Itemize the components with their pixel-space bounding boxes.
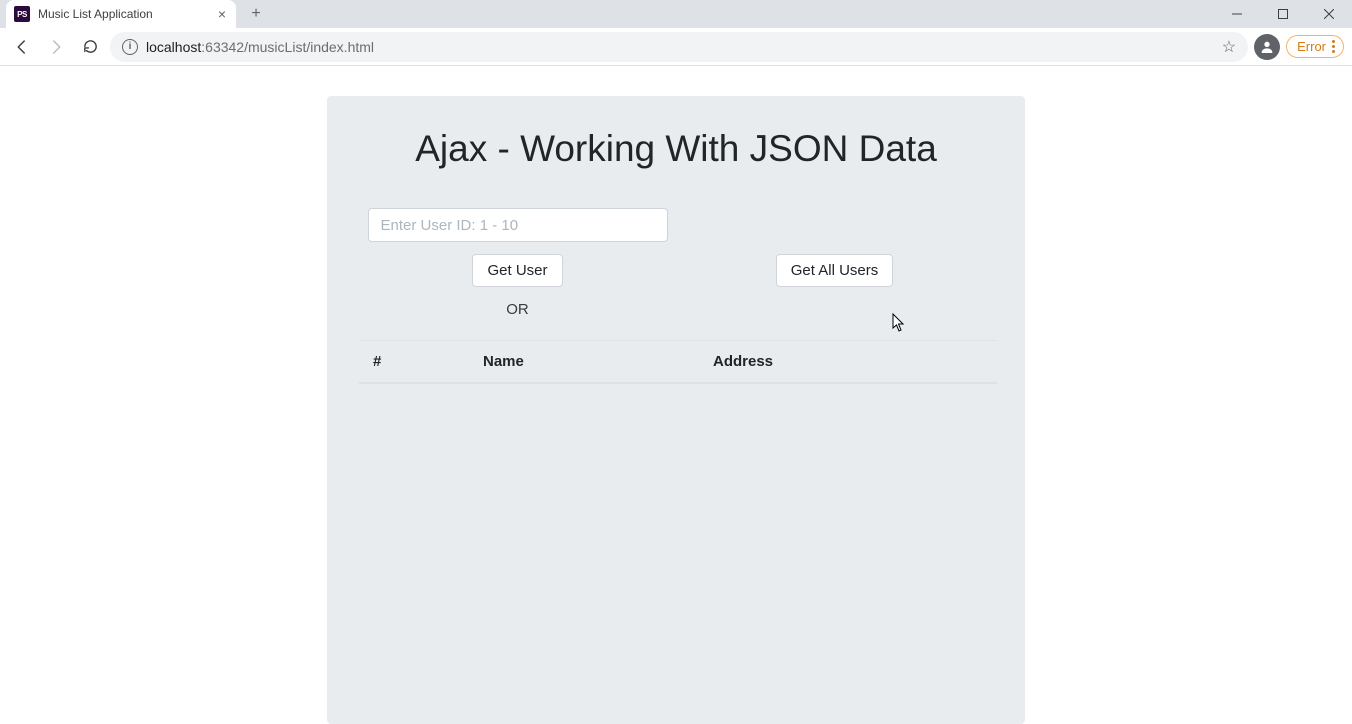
maximize-button[interactable] bbox=[1260, 0, 1306, 28]
all-users-column: Get All Users bbox=[676, 208, 993, 318]
main-panel: Ajax - Working With JSON Data Get User O… bbox=[327, 96, 1025, 724]
column-name: Name bbox=[469, 341, 699, 384]
user-id-input[interactable] bbox=[368, 208, 668, 242]
new-tab-button[interactable]: + bbox=[242, 0, 270, 28]
single-user-column: Get User OR bbox=[359, 208, 676, 318]
site-info-icon[interactable]: i bbox=[122, 39, 138, 55]
tab-close-icon[interactable]: × bbox=[218, 6, 226, 22]
url-text: localhost:63342/musicList/index.html bbox=[146, 39, 1214, 55]
or-separator: OR bbox=[506, 301, 529, 318]
results-table: # Name Address bbox=[359, 340, 997, 384]
page-title: Ajax - Working With JSON Data bbox=[359, 128, 993, 170]
tab-strip: PS Music List Application × + bbox=[0, 0, 1352, 28]
forward-button[interactable] bbox=[42, 33, 70, 61]
reload-button[interactable] bbox=[76, 33, 104, 61]
menu-dots-icon bbox=[1332, 40, 1335, 53]
column-index: # bbox=[359, 341, 469, 384]
get-all-users-button[interactable]: Get All Users bbox=[776, 254, 894, 287]
minimize-button[interactable] bbox=[1214, 0, 1260, 28]
browser-tab[interactable]: PS Music List Application × bbox=[6, 0, 236, 28]
error-label: Error bbox=[1297, 39, 1326, 54]
back-button[interactable] bbox=[8, 33, 36, 61]
address-bar[interactable]: i localhost:63342/musicList/index.html ☆ bbox=[110, 32, 1248, 62]
tab-title: Music List Application bbox=[38, 7, 210, 21]
page-viewport: Ajax - Working With JSON Data Get User O… bbox=[0, 66, 1352, 724]
bookmark-star-icon[interactable]: ☆ bbox=[1222, 37, 1236, 57]
close-window-button[interactable] bbox=[1306, 0, 1352, 28]
window-controls bbox=[1214, 0, 1352, 28]
favicon-icon: PS bbox=[14, 6, 30, 22]
browser-toolbar: i localhost:63342/musicList/index.html ☆… bbox=[0, 28, 1352, 66]
profile-avatar[interactable] bbox=[1254, 34, 1280, 60]
table-header-row: # Name Address bbox=[359, 341, 997, 384]
get-user-button[interactable]: Get User bbox=[472, 254, 562, 287]
extensions-error-button[interactable]: Error bbox=[1286, 35, 1344, 58]
column-address: Address bbox=[699, 341, 997, 384]
